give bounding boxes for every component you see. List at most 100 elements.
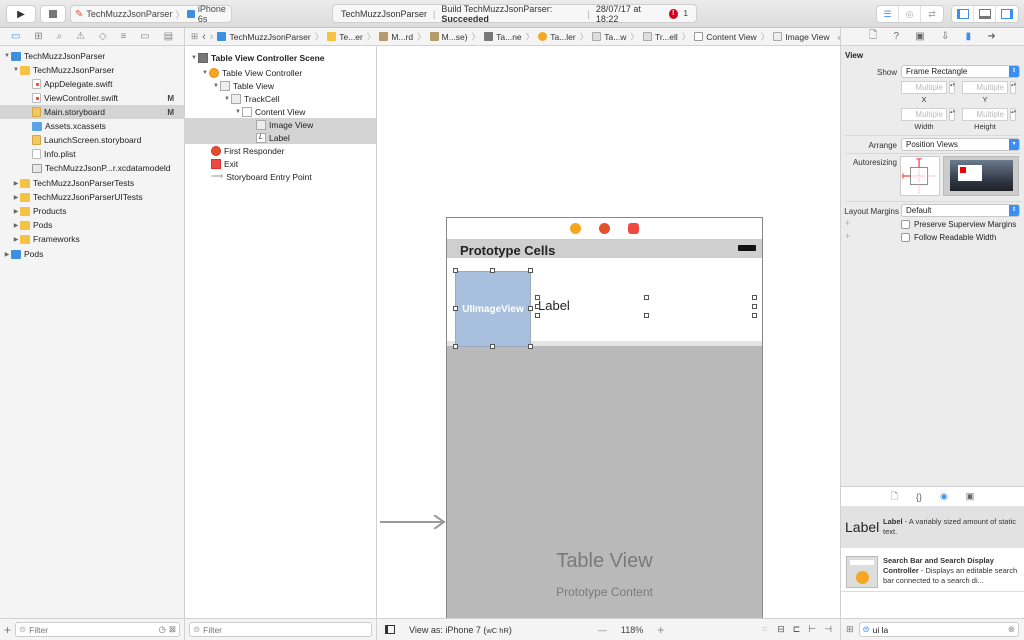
checkbox-box[interactable] <box>901 220 910 229</box>
standard-editor-icon[interactable]: ☰ <box>877 6 899 22</box>
navigator-item-frameworks[interactable]: ▶ Frameworks <box>0 232 184 246</box>
height-stepper[interactable]: ▴▾ <box>1010 108 1016 121</box>
navigator-item-appdelegate[interactable]: AppDelegate.swift <box>0 77 184 91</box>
layout-margins-select[interactable]: Default ⇕ <box>901 204 1020 217</box>
navigator-filter-input[interactable] <box>29 624 156 635</box>
outline-item-label[interactable]: L Label <box>185 131 376 144</box>
library-item-search-bar-controller[interactable]: Search Bar and Search Display Controller… <box>841 550 1024 592</box>
entry-point-arrow[interactable] <box>380 515 446 529</box>
align-icon[interactable]: ⊏ <box>793 624 801 635</box>
resize-handle[interactable] <box>752 313 757 318</box>
file-inspector-icon[interactable]: 🗋 <box>869 28 877 45</box>
disclosure-triangle-icon[interactable]: ▶ <box>12 236 20 243</box>
resize-handle[interactable] <box>453 306 458 311</box>
clear-search-icon[interactable]: ⊗ <box>1008 624 1015 635</box>
disclosure-triangle-icon[interactable]: ▶ <box>12 208 20 215</box>
scm-status-icon[interactable]: ⊠ <box>169 624 176 635</box>
recent-files-icon[interactable]: ◷ <box>158 624 165 635</box>
y-stepper[interactable]: ▴▾ <box>1010 81 1016 94</box>
outline-item-first-responder[interactable]: First Responder <box>185 144 376 157</box>
show-select[interactable]: Frame Rectangle ⇕ <box>901 65 1020 78</box>
update-frames-icon[interactable]: ⌗ <box>762 624 767 635</box>
test-icon[interactable]: ◇ <box>99 31 107 42</box>
stop-button[interactable] <box>40 5 66 23</box>
breadcrumb-item[interactable]: Tr...ell <box>642 32 678 42</box>
outline-item-trackcell[interactable]: ▼ TrackCell <box>185 92 376 105</box>
first-responder-icon[interactable] <box>599 223 610 234</box>
disclosure-triangle-icon[interactable]: ▼ <box>190 55 198 61</box>
label-view[interactable]: Label <box>538 298 570 313</box>
assistant-editor-icon[interactable]: ◎ <box>899 6 921 22</box>
code-snippet-icon[interactable]: {} <box>916 492 922 502</box>
size-inspector-icon[interactable]: ▮ <box>966 31 972 42</box>
width-stepper[interactable]: ▴▾ <box>949 108 955 121</box>
resize-handle[interactable] <box>535 304 540 309</box>
navigator-item-pods-project[interactable]: ▶ Pods <box>0 247 184 261</box>
outline-item-table-view[interactable]: ▼ Table View <box>185 79 376 92</box>
outline-filter-input[interactable] <box>203 624 368 635</box>
outline-item-controller[interactable]: ▼ Table View Controller <box>185 66 376 79</box>
folder-icon[interactable]: ▭ <box>11 31 20 42</box>
prototype-cell[interactable]: UIImageView Label <box>447 258 762 349</box>
navigator-item-launchscreen[interactable]: LaunchScreen.storyboard <box>0 133 184 147</box>
grid-view-icon[interactable]: ⊞ <box>846 624 854 635</box>
toggle-outline-icon[interactable] <box>385 625 395 634</box>
navigator-item-pods-folder[interactable]: ▶ Pods <box>0 218 184 232</box>
navigator-item-main-storyboard[interactable]: Main.storyboard M <box>0 105 184 119</box>
disclosure-triangle-icon[interactable]: ▶ <box>3 251 11 258</box>
disclosure-triangle-icon[interactable]: ▼ <box>223 96 231 102</box>
disclosure-triangle-icon[interactable]: ▶ <box>12 194 20 201</box>
disclosure-triangle-icon[interactable]: ▼ <box>201 70 209 76</box>
navigator-item-viewcontroller[interactable]: ViewController.swift M <box>0 91 184 105</box>
navigator-item-infoplist[interactable]: Info.plist <box>0 147 184 161</box>
resize-handle[interactable] <box>453 344 458 349</box>
version-editor-icon[interactable]: ⇄ <box>921 6 943 22</box>
resize-handle[interactable] <box>752 295 757 300</box>
breadcrumb-item[interactable]: Ta...ler <box>538 32 576 42</box>
disclosure-triangle-icon[interactable]: ▼ <box>234 109 242 115</box>
breadcrumb-item[interactable]: Content View <box>694 32 757 42</box>
navigator-item-uitests[interactable]: ▶ TechMuzzJsonParserUITests <box>0 190 184 204</box>
resize-handle[interactable] <box>528 344 533 349</box>
disclosure-triangle-icon[interactable]: ▼ <box>212 83 220 89</box>
navigator-item-datamodel[interactable]: TechMuzzJsonP...r.xcdatamodeld <box>0 161 184 175</box>
debug-icon[interactable]: ≡ <box>121 31 127 42</box>
connections-inspector-icon[interactable]: ➜ <box>987 31 995 42</box>
navigator-item-project[interactable]: ▼ TechMuzzJsonParser <box>0 49 184 63</box>
resize-handle[interactable] <box>528 306 533 311</box>
search-icon[interactable]: ⌕ <box>57 31 63 42</box>
run-button[interactable]: ▶ <box>6 5 36 23</box>
help-inspector-icon[interactable]: ? <box>893 31 899 42</box>
library-search-input[interactable] <box>872 624 1005 635</box>
arrange-select[interactable]: Position Views ▾ <box>901 138 1020 151</box>
breadcrumb-item[interactable]: Te...er <box>327 32 363 42</box>
exit-icon[interactable] <box>628 223 639 234</box>
disclosure-triangle-icon[interactable]: ▶ <box>12 222 20 229</box>
outline-filter[interactable]: ⊜ <box>189 622 372 637</box>
navigator-toggle-icon[interactable] <box>952 6 974 22</box>
symbol-icon[interactable]: ⊞ <box>34 31 42 42</box>
file-template-icon[interactable]: 🗋 <box>891 489 898 505</box>
disclosure-triangle-icon[interactable]: ▶ <box>12 180 20 187</box>
inspector-toggle-icon[interactable] <box>996 6 1018 22</box>
stack-icon[interactable]: ⊟ <box>777 624 785 635</box>
resize-handle[interactable] <box>535 313 540 318</box>
autoresizing-mask-editor[interactable] <box>900 156 940 196</box>
breadcrumb-item[interactable]: Ta...w <box>592 32 626 42</box>
breadcrumb-item[interactable]: TechMuzzJsonParser <box>217 32 311 42</box>
navigator-item-folder[interactable]: ▼ TechMuzzJsonParser <box>0 63 184 77</box>
outline-item-exit[interactable]: Exit <box>185 157 376 170</box>
width-field[interactable]: Multiple <box>901 108 947 121</box>
add-icon[interactable]: + <box>4 623 11 637</box>
media-library-icon[interactable]: ▣ <box>966 491 975 502</box>
resize-handle[interactable] <box>528 268 533 273</box>
outline-item-entry-point[interactable]: ⟶ Storyboard Entry Point <box>185 170 376 183</box>
disclosure-triangle-icon[interactable]: ▼ <box>12 67 20 73</box>
identity-inspector-icon[interactable]: ▣ <box>915 31 924 42</box>
zoom-out-button[interactable]: — <box>598 625 607 635</box>
library-item-label[interactable]: Label Label - A variably sized amount of… <box>841 506 1024 548</box>
image-view[interactable]: UIImageView <box>455 271 531 347</box>
height-field[interactable]: Multiple <box>962 108 1008 121</box>
navigator-item-products[interactable]: ▶ Products <box>0 204 184 218</box>
navigator-item-tests[interactable]: ▶ TechMuzzJsonParserTests <box>0 176 184 190</box>
